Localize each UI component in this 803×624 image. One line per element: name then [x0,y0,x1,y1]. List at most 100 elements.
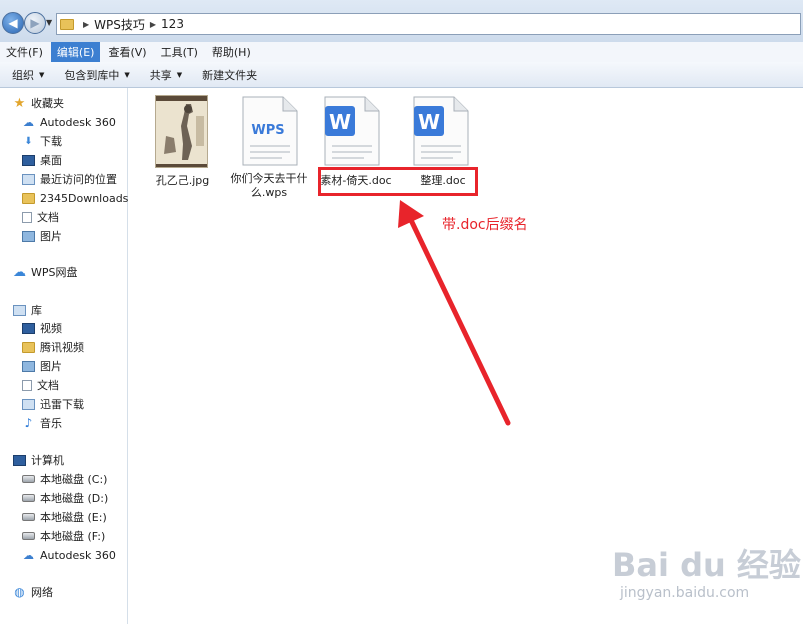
nav-label: 本地磁盘 (C:) [40,473,108,486]
nav-item-2345downloads[interactable]: 2345Downloads [22,189,128,207]
cloud-icon: ☁ [13,264,26,280]
word-document-icon[interactable]: W [413,96,469,166]
nav-label: 图片 [40,360,62,373]
nav-label: 计算机 [31,454,64,467]
nav-item-desktop[interactable]: 桌面 [22,151,62,169]
nav-item-documents[interactable]: 文档 [22,208,59,226]
nav-label: 本地磁盘 (E:) [40,511,107,524]
watermark-logo: Bai du 经验 [612,546,801,584]
menu-tools[interactable]: 工具(T) [155,42,204,62]
file-name[interactable]: 你们今天去干什么.wps [226,172,312,200]
nav-item-library-pictures[interactable]: 图片 [22,357,62,375]
breadcrumb-item[interactable]: WPS技巧 [94,16,145,33]
share-button[interactable]: 共享 ▼ [150,67,182,83]
address-bar[interactable]: ▶ WPS技巧 ▶ 123 [56,13,801,35]
network-icon: ◍ [14,585,25,599]
nav-label: 音乐 [40,417,62,430]
hard-disk-icon [22,475,35,483]
nav-label: 网络 [31,586,53,599]
nav-label: 收藏夹 [31,97,64,110]
download-library-icon [22,398,35,410]
nav-item-drive-e[interactable]: 本地磁盘 (E:) [22,508,107,526]
menu-file[interactable]: 文件(F) [0,42,49,62]
nav-item-drive-c[interactable]: 本地磁盘 (C:) [22,470,107,488]
highlight-box [318,167,478,196]
nav-wps-cloud[interactable]: ☁ WPS网盘 [13,263,78,281]
include-in-library-label: 包含到库中 [64,68,120,82]
caret-down-icon: ▼ [124,70,130,79]
navigation-pane: ★ 收藏夹 ☁ Autodesk 360 ⬇ 下载 桌面 最近访问的位置 2345Do… [0,88,128,624]
document-icon [22,211,32,223]
nav-item-recent-places[interactable]: 最近访问的位置 [22,170,117,188]
nav-favorites[interactable]: ★ 收藏夹 [13,94,64,112]
menu-edit[interactable]: 编辑(E) [50,42,101,62]
recent-pages-dropdown[interactable]: ▼ [46,18,52,27]
star-icon: ★ [13,95,26,111]
nav-label: 文档 [37,211,59,224]
nav-libraries[interactable]: 库 [13,301,42,319]
breadcrumb-item[interactable]: 123 [161,17,184,31]
nav-item-autodesk-360-computer[interactable]: ☁ Autodesk 360 [22,546,116,564]
nav-item-downloads[interactable]: ⬇ 下载 [22,132,62,150]
nav-label: 视频 [40,322,62,335]
word-logo-letter: W [329,110,351,134]
annotation-text: 带.doc后缀名 [442,217,528,233]
folder-icon [22,192,35,204]
nav-label: 文档 [37,379,59,392]
nav-label: 2345Downloads [40,191,129,205]
watermark-url: jingyan.baidu.com [620,585,750,601]
chevron-right-icon[interactable]: ▶ [83,20,89,29]
caret-down-icon: ▼ [39,70,45,79]
folder-icon [60,18,74,30]
nav-network[interactable]: ◍ 网络 [13,583,53,601]
address-toolbar: ◀ ▶ ▼ ▶ WPS技巧 ▶ 123 [0,0,803,42]
nav-label: 下载 [40,135,62,148]
nav-item-tencent-video[interactable]: 腾讯视频 [22,338,84,356]
nav-item-drive-f[interactable]: 本地磁盘 (F:) [22,527,105,545]
nav-label: 图片 [40,230,62,243]
document-icon [22,379,32,391]
word-logo-letter: W [418,110,440,134]
nav-label: Autodesk 360 [40,548,116,562]
nav-label: 库 [31,304,42,317]
forward-button[interactable]: ▶ [24,12,46,34]
file-name[interactable]: 孔乙己.jpg [145,172,220,188]
computer-icon [13,454,26,466]
nav-label: 迅雷下载 [40,398,84,411]
organize-label: 组织 [12,68,34,82]
chevron-right-icon[interactable]: ▶ [150,20,156,29]
desktop-icon [22,154,35,166]
organize-button[interactable]: 组织 ▼ [12,67,44,83]
nav-label: WPS网盘 [31,266,78,279]
word-document-icon[interactable]: W [324,96,380,166]
image-thumbnail[interactable] [155,95,208,168]
back-button[interactable]: ◀ [2,12,24,34]
hard-disk-icon [22,532,35,540]
arrow-left-icon: ◀ [8,16,18,30]
library-icon [13,304,26,316]
menu-view[interactable]: 查看(V) [102,42,152,62]
include-in-library-button[interactable]: 包含到库中 ▼ [64,67,129,83]
nav-item-autodesk-360[interactable]: ☁ Autodesk 360 [22,113,116,131]
nav-item-thunder-downloads[interactable]: 迅雷下载 [22,395,84,413]
nav-item-drive-d[interactable]: 本地磁盘 (D:) [22,489,108,507]
wps-logo-text: WPS [251,123,284,138]
menu-bar: 文件(F) 编辑(E) 查看(V) 工具(T) 帮助(H) [0,42,803,63]
video-icon [22,322,35,334]
nav-item-library-documents[interactable]: 文档 [22,376,59,394]
new-folder-button[interactable]: 新建文件夹 [202,67,257,83]
nav-item-videos[interactable]: 视频 [22,319,62,337]
nav-label: 最近访问的位置 [40,173,117,186]
nav-label: 本地磁盘 (F:) [40,530,106,543]
picture-icon [22,230,35,242]
menu-help[interactable]: 帮助(H) [206,42,257,62]
arrow-right-icon: ▶ [30,16,40,30]
nav-item-pictures[interactable]: 图片 [22,227,62,245]
hard-disk-icon [22,513,35,521]
nav-label: 本地磁盘 (D:) [40,492,109,505]
wps-document-icon[interactable]: WPS [242,96,298,166]
nav-computer[interactable]: 计算机 [13,451,64,469]
nav-label: 腾讯视频 [40,341,84,354]
nav-label: 桌面 [40,154,62,167]
nav-item-music[interactable]: ♪ 音乐 [22,414,62,432]
